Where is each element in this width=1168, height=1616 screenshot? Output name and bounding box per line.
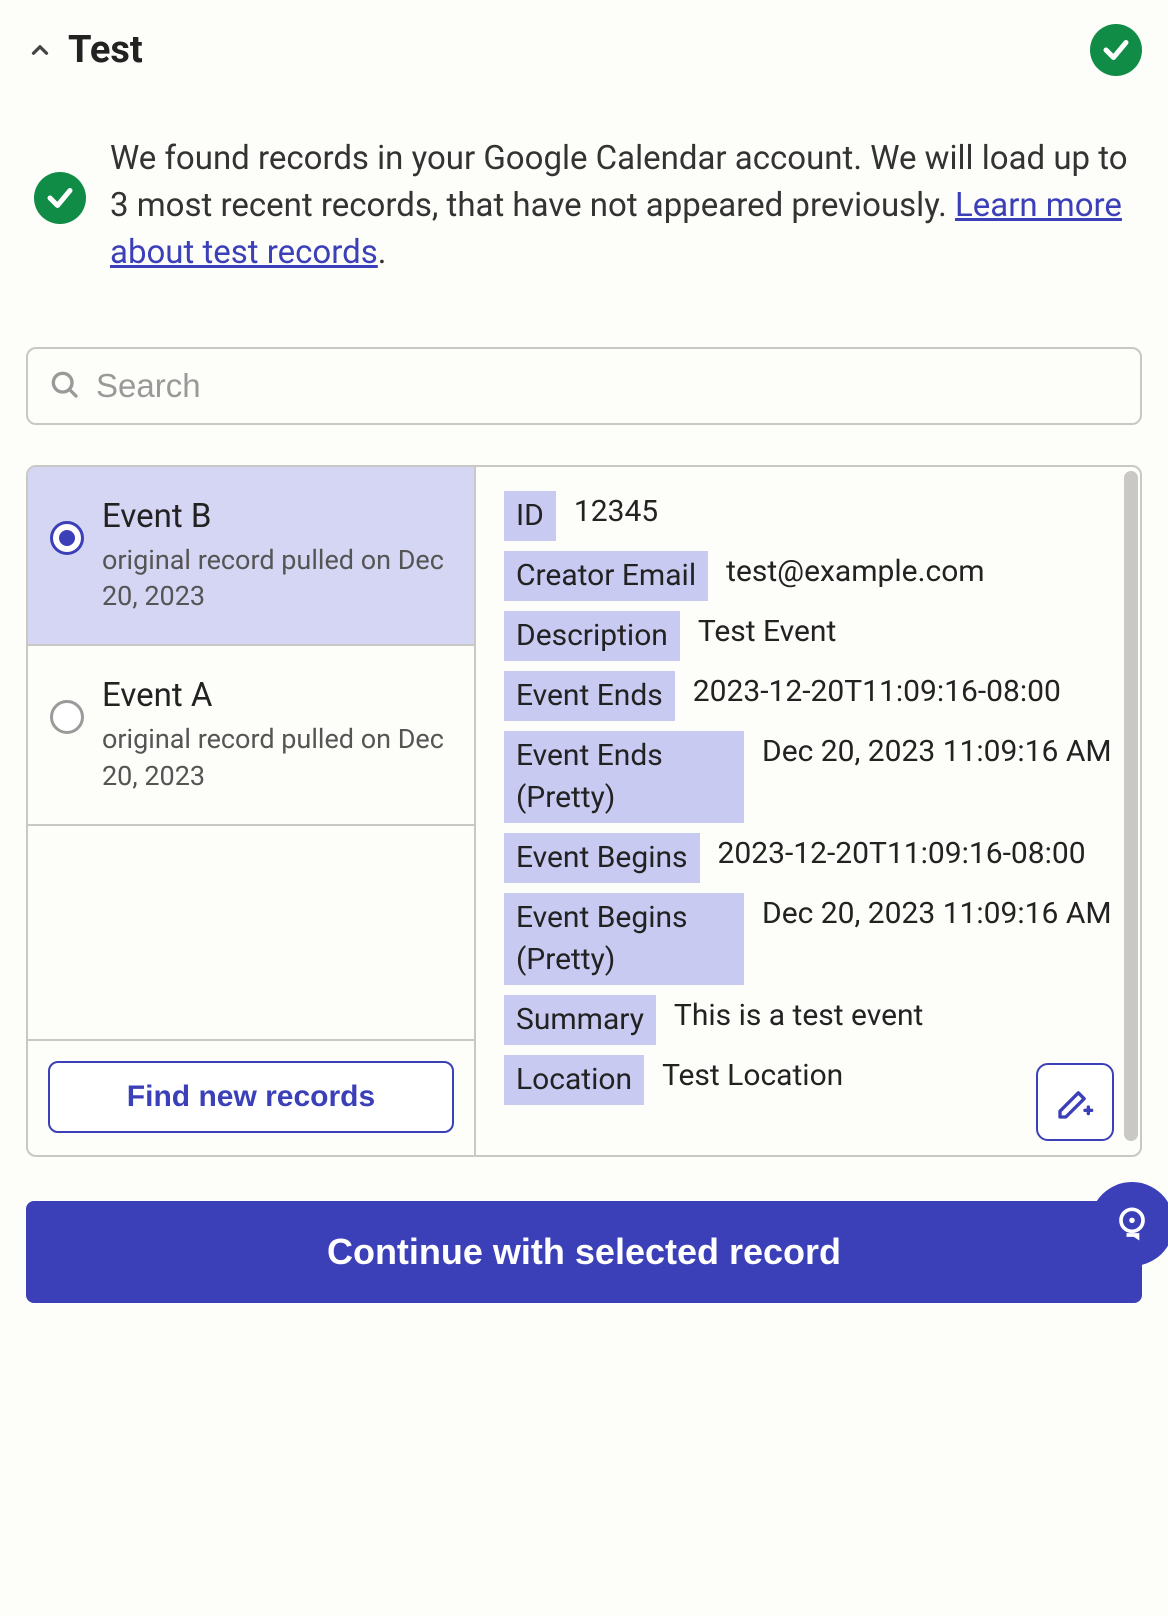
find-new-records-button[interactable]: Find new records (48, 1061, 454, 1133)
detail-value: test@example.com (726, 551, 1112, 593)
detail-key: ID (504, 491, 556, 541)
check-icon (34, 172, 86, 224)
radio-selected-icon[interactable] (50, 521, 84, 555)
record-item[interactable]: Event A original record pulled on Dec 20… (28, 646, 474, 826)
records-panel: Event B original record pulled on Dec 20… (26, 465, 1142, 1157)
search-input[interactable] (96, 367, 1120, 405)
record-title: Event B (102, 497, 452, 536)
help-fab[interactable] (1090, 1182, 1168, 1266)
scrollbar[interactable] (1124, 471, 1138, 1141)
detail-value: 2023-12-20T11:09:16-08:00 (718, 833, 1112, 875)
records-list: Event B original record pulled on Dec 20… (28, 467, 476, 1155)
detail-key: Event Begins (504, 833, 700, 883)
record-title: Event A (102, 676, 452, 715)
search-box[interactable] (26, 347, 1142, 425)
info-text: We found records in your Google Calendar… (110, 136, 1134, 277)
record-item[interactable]: Event B original record pulled on Dec 20… (28, 467, 474, 647)
detail-key: Event Ends (504, 671, 675, 721)
record-subtitle: original record pulled on Dec 20, 2023 (102, 542, 452, 615)
chevron-up-icon[interactable] (26, 36, 54, 64)
detail-key: Event Begins (Pretty) (504, 893, 744, 985)
status-success-icon (1090, 24, 1142, 76)
detail-key: Creator Email (504, 551, 708, 601)
section-header: Test (26, 24, 1142, 76)
detail-row: ID 12345 (504, 491, 1112, 541)
detail-row: Event Begins 2023-12-20T11:09:16-08:00 (504, 833, 1112, 883)
record-details: ID 12345 Creator Email test@example.com … (476, 467, 1140, 1155)
detail-value: This is a test event (674, 995, 1112, 1037)
radio-unselected-icon[interactable] (50, 700, 84, 734)
info-text-trailing: . (378, 233, 387, 272)
detail-value: Test Event (698, 611, 1112, 653)
detail-value: 12345 (574, 491, 1112, 533)
detail-key: Location (504, 1055, 644, 1105)
detail-key: Description (504, 611, 680, 661)
detail-row: Summary This is a test event (504, 995, 1112, 1045)
detail-key: Event Ends (Pretty) (504, 731, 744, 823)
detail-row: Event Begins (Pretty) Dec 20, 2023 11:09… (504, 893, 1112, 985)
edit-button[interactable] (1036, 1063, 1114, 1141)
header-left[interactable]: Test (26, 28, 143, 72)
record-subtitle: original record pulled on Dec 20, 2023 (102, 721, 452, 794)
search-icon (48, 368, 80, 404)
detail-value: Dec 20, 2023 11:09:16 AM (762, 893, 1112, 935)
detail-row: Event Ends (Pretty) Dec 20, 2023 11:09:1… (504, 731, 1112, 823)
detail-value: 2023-12-20T11:09:16-08:00 (693, 671, 1112, 713)
detail-row: Event Ends 2023-12-20T11:09:16-08:00 (504, 671, 1112, 721)
continue-button[interactable]: Continue with selected record (26, 1201, 1142, 1303)
records-list-spacer (28, 826, 474, 1040)
detail-value: Dec 20, 2023 11:09:16 AM (762, 731, 1112, 773)
detail-key: Summary (504, 995, 656, 1045)
detail-row: Description Test Event (504, 611, 1112, 661)
section-title: Test (68, 28, 143, 72)
detail-row: Location Test Location (504, 1055, 1112, 1105)
detail-row: Creator Email test@example.com (504, 551, 1112, 601)
info-message: We found records in your Google Calendar… (26, 136, 1142, 277)
